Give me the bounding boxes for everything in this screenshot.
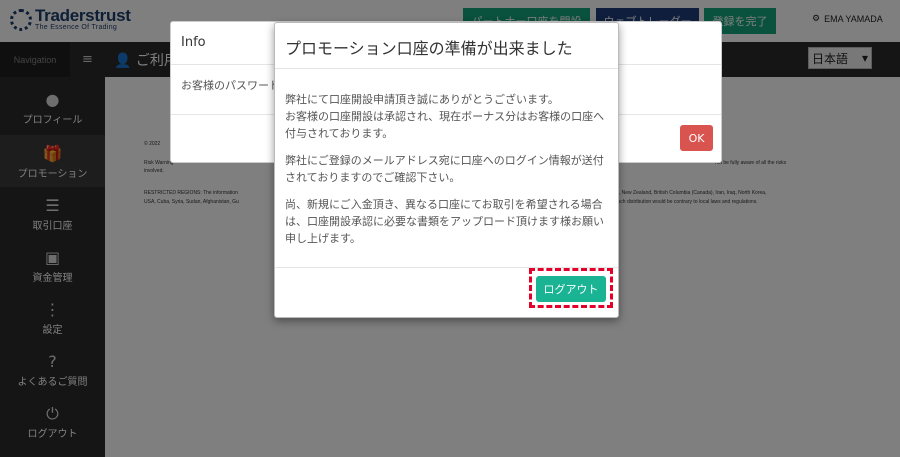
logout-button[interactable]: ログアウト bbox=[536, 276, 606, 302]
promotion-paragraph: 弊社にて口座開設申請頂き誠にありがとうございます。 お客様の口座開設は承認され、… bbox=[285, 93, 605, 140]
promotion-modal-divider bbox=[275, 68, 618, 69]
promotion-paragraph: 尚、新規にご入金頂き、異なる口座にてお取引を希望される場合は、口座開設承認に必要… bbox=[285, 198, 604, 245]
promotion-modal: プロモーション口座の準備が出来ました 弊社にて口座開設申請頂き誠にありがとうござ… bbox=[274, 22, 619, 318]
promotion-modal-body: 弊社にて口座開設申請頂き誠にありがとうございます。 お客様の口座開設は承認され、… bbox=[285, 91, 611, 257]
promotion-modal-title: プロモーション口座の準備が出来ました bbox=[285, 39, 573, 58]
info-modal-title: Info bbox=[181, 35, 206, 50]
promotion-paragraph: 弊社にご登録のメールアドレス宛に口座へのログイン情報が送付されておりますのでご確… bbox=[285, 154, 604, 184]
ok-button[interactable]: OK bbox=[680, 125, 713, 151]
info-modal-body: お客様のパスワード bbox=[181, 79, 280, 92]
